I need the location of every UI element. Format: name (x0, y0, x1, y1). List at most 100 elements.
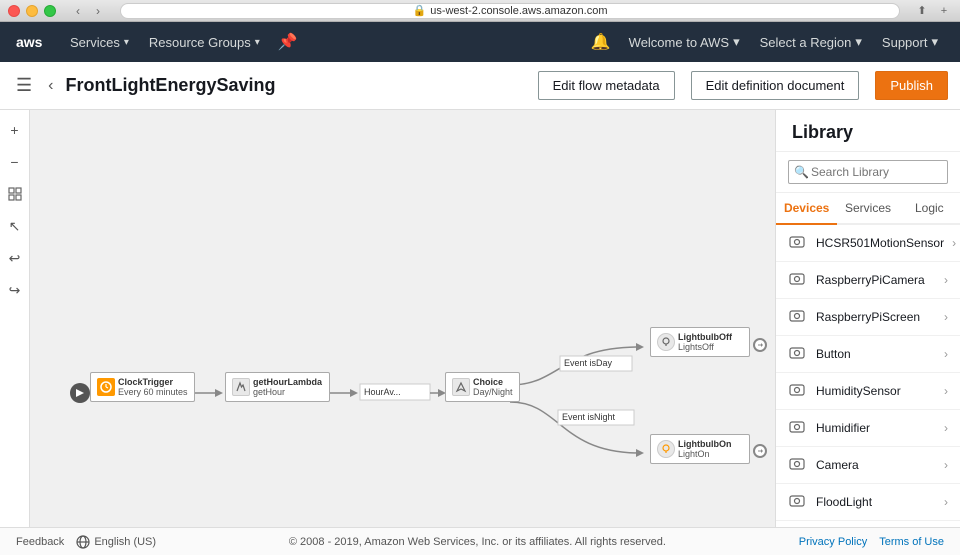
list-item-raspberrypi-camera-label: RaspberryPiCamera (816, 273, 936, 287)
publish-button[interactable]: Publish (875, 71, 948, 100)
list-item-camera[interactable]: Camera › (776, 447, 960, 484)
footer: Feedback English (US) © 2008 - 2019, Ama… (0, 527, 960, 555)
tab-logic[interactable]: Logic (899, 193, 960, 225)
support-chevron: ▾ (931, 34, 938, 50)
library-title: Library (776, 110, 960, 152)
edit-definition-button[interactable]: Edit definition document (691, 71, 860, 100)
device-icon (788, 270, 808, 290)
zoom-out-icon[interactable]: − (3, 150, 27, 174)
lightbulb-on-header: LightbulbOn (678, 439, 731, 449)
list-item-humidifier[interactable]: Humidifier › (776, 410, 960, 447)
region-label: Select a Region (760, 35, 852, 50)
redo-icon[interactable]: ↪ (3, 278, 27, 302)
flow-canvas[interactable]: HourAv... Event isDay Event isNight (30, 110, 775, 527)
maximize-button[interactable] (44, 5, 56, 17)
undo-icon[interactable]: ↩ (3, 246, 27, 270)
lightbulb-off-connector (753, 338, 767, 352)
library-list: HCSR501MotionSensor › RaspberryPiCamera … (776, 225, 960, 527)
tab-services[interactable]: Services (837, 193, 898, 225)
lambda-node[interactable]: getHourLambda getHour (225, 372, 330, 402)
list-item-button-label: Button (816, 347, 936, 361)
list-item-floodlight-arrow: › (944, 495, 948, 509)
device-icon (788, 492, 808, 512)
lock-icon: 🔒 (413, 4, 427, 17)
connections-svg: HourAv... Event isDay Event isNight (30, 110, 775, 527)
resource-groups-label: Resource Groups (149, 35, 251, 50)
zoom-in-icon[interactable]: + (3, 118, 27, 142)
library-panel: Library 🔍 Devices Services Logic (775, 110, 960, 527)
library-search: 🔍 (776, 152, 960, 193)
choice-node[interactable]: Choice Day/Night (445, 372, 520, 402)
tab-devices[interactable]: Devices (776, 193, 837, 225)
tab-services-label: Services (845, 201, 891, 215)
search-icon: 🔍 (794, 165, 809, 179)
lightbulb-on-node[interactable]: LightbulbOn LightOn (650, 434, 750, 464)
back-nav-button[interactable]: ‹ (70, 3, 86, 19)
cursor-icon[interactable]: ↖ (3, 214, 27, 238)
edit-metadata-button[interactable]: Edit flow metadata (538, 71, 675, 100)
svg-text:aws: aws (16, 34, 43, 50)
welcome-label: Welcome to AWS (629, 35, 729, 50)
lambda-node-body: getHour (253, 387, 322, 397)
device-icon (788, 344, 808, 364)
url-bar[interactable]: 🔒 us-west-2.console.aws.amazon.com (120, 3, 900, 19)
share-icon[interactable]: ⬆ (914, 3, 930, 19)
list-item-raspberrypi-screen-arrow: › (944, 310, 948, 324)
list-item-camera-label: Camera (816, 458, 936, 472)
resource-groups-chevron: ▾ (255, 37, 260, 48)
device-icon (788, 455, 808, 475)
pin-icon[interactable]: 📌 (270, 32, 306, 52)
forward-nav-button[interactable]: › (90, 3, 106, 19)
list-item-humidity-sensor[interactable]: HumiditySensor › (776, 373, 960, 410)
list-item-camera-arrow: › (944, 458, 948, 472)
device-icon (788, 418, 808, 438)
hamburger-icon[interactable]: ☰ (12, 71, 36, 100)
close-button[interactable] (8, 5, 20, 17)
privacy-link[interactable]: Privacy Policy (799, 536, 867, 548)
services-nav-label: Services (70, 35, 120, 50)
choice-node-header: Choice (473, 377, 513, 387)
title-bar: ‹ › 🔒 us-west-2.console.aws.amazon.com ⬆… (0, 0, 960, 22)
url-text: us-west-2.console.aws.amazon.com (430, 5, 607, 17)
welcome-nav[interactable]: Welcome to AWS ▾ (619, 34, 750, 50)
page-title: FrontLightEnergySaving (65, 75, 529, 96)
svg-text:HourAv...: HourAv... (364, 387, 401, 397)
list-item-floodlight[interactable]: FloodLight › (776, 484, 960, 521)
list-item-motionsensor[interactable]: MotionSensor › (776, 521, 960, 527)
choice-node-body: Day/Night (473, 387, 513, 397)
app-bar: ☰ ‹ FrontLightEnergySaving Edit flow met… (0, 62, 960, 110)
list-item-raspberrypi-screen[interactable]: RaspberryPiScreen › (776, 299, 960, 336)
services-nav[interactable]: Services ▾ (60, 22, 139, 62)
region-nav[interactable]: Select a Region ▾ (750, 34, 872, 50)
list-item-humidity-sensor-label: HumiditySensor (816, 384, 936, 398)
list-item-button[interactable]: Button › (776, 336, 960, 373)
list-item-raspberrypi-screen-label: RaspberryPiScreen (816, 310, 936, 324)
list-item-button-arrow: › (944, 347, 948, 361)
list-item-hcsr501[interactable]: HCSR501MotionSensor › (776, 225, 960, 262)
new-tab-icon[interactable]: + (936, 3, 952, 19)
terms-link[interactable]: Terms of Use (879, 536, 944, 548)
list-item-raspberrypi-camera[interactable]: RaspberryPiCamera › (776, 262, 960, 299)
grid-icon[interactable] (3, 182, 27, 206)
lightbulb-off-header: LightbulbOff (678, 332, 732, 342)
clock-trigger-node[interactable]: ClockTrigger Every 60 minutes (90, 372, 195, 402)
feedback-label[interactable]: Feedback (16, 536, 64, 548)
support-nav[interactable]: Support ▾ (872, 34, 948, 50)
minimize-button[interactable] (26, 5, 38, 17)
lambda-node-header: getHourLambda (253, 377, 322, 387)
clock-node-header: ClockTrigger (118, 377, 188, 387)
list-item-floodlight-label: FloodLight (816, 495, 936, 509)
library-search-input[interactable] (788, 160, 948, 184)
aws-logo[interactable]: aws (12, 30, 52, 54)
lightbulb-off-node[interactable]: LightbulbOff LightsOff (650, 327, 750, 357)
list-item-humidifier-arrow: › (944, 421, 948, 435)
back-arrow-icon[interactable]: ‹ (44, 73, 57, 99)
resource-groups-nav[interactable]: Resource Groups ▾ (139, 22, 270, 62)
bell-icon[interactable]: 🔔 (583, 32, 619, 52)
list-item-hcsr501-label: HCSR501MotionSensor (816, 236, 944, 250)
tab-logic-label: Logic (915, 201, 944, 215)
lightbulb-on-body: LightOn (678, 449, 731, 459)
lightbulb-on-connector (753, 444, 767, 458)
language-label[interactable]: English (US) (76, 535, 156, 549)
list-item-raspberrypi-camera-arrow: › (944, 273, 948, 287)
